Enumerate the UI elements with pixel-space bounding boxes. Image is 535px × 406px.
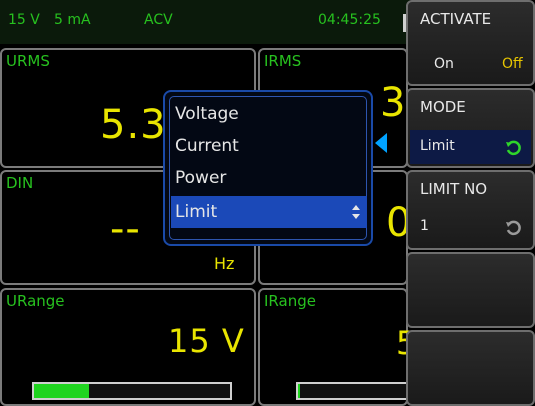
tile-label: URMS (6, 52, 50, 70)
din-value: -- (110, 206, 141, 252)
activate-off-option[interactable]: Off (502, 56, 523, 72)
menu-pointer-arrow-icon (375, 133, 387, 153)
softkey-activate[interactable]: ACTIVATE On Off (406, 0, 535, 86)
softkey-title: MODE (420, 98, 466, 116)
limit-no-value: 1 (420, 218, 429, 234)
parameter-popup-menu: Voltage Current Power Limit (163, 90, 373, 246)
mode-value: Limit (420, 138, 455, 154)
measurement-mode-indicator: ACV (144, 12, 173, 28)
irms-value: 3 (380, 80, 407, 126)
tile-label: DIN (6, 174, 34, 192)
softkey-title: ACTIVATE (420, 10, 492, 28)
urange-value: 15 V (168, 322, 245, 360)
menu-item-voltage[interactable]: Voltage (171, 98, 367, 130)
tile-irange[interactable]: IRange 5 (258, 288, 416, 406)
tile-label: IRMS (264, 52, 302, 70)
menu-item-label: Limit (175, 202, 218, 222)
softkey-empty-4[interactable] (406, 252, 535, 328)
irange-bar-fill (298, 384, 301, 398)
clock: 04:45:25 (318, 12, 381, 28)
urange-bar-fill (34, 384, 89, 398)
menu-item-power[interactable]: Power (171, 162, 367, 194)
menu-item-limit[interactable]: Limit (171, 196, 367, 228)
urms-value: 5.3 (100, 102, 167, 148)
tile-label: URange (6, 292, 65, 310)
menu-item-current[interactable]: Current (171, 130, 367, 162)
status-bar: 15 V 5 mA ACV 04:45:25 (0, 0, 410, 44)
current-range-indicator: 5 mA (54, 12, 91, 28)
softkey-title: LIMIT NO (420, 180, 488, 198)
activate-on-option[interactable]: On (434, 56, 454, 72)
tile-urange[interactable]: URange 15 V (0, 288, 256, 406)
softkey-limit-no[interactable]: LIMIT NO 1 (406, 170, 535, 250)
voltage-range-indicator: 15 V (8, 12, 40, 28)
din-unit: Hz (214, 254, 235, 273)
up-down-arrows-icon (352, 205, 360, 219)
rotary-knob-icon (506, 220, 521, 236)
urange-bar (32, 382, 232, 400)
irange-bar (296, 382, 410, 400)
softkey-mode[interactable]: MODE Limit (406, 88, 535, 168)
tile-label: IRange (264, 292, 316, 310)
rotary-knob-icon (506, 140, 521, 156)
softkey-empty-5[interactable] (406, 330, 535, 406)
